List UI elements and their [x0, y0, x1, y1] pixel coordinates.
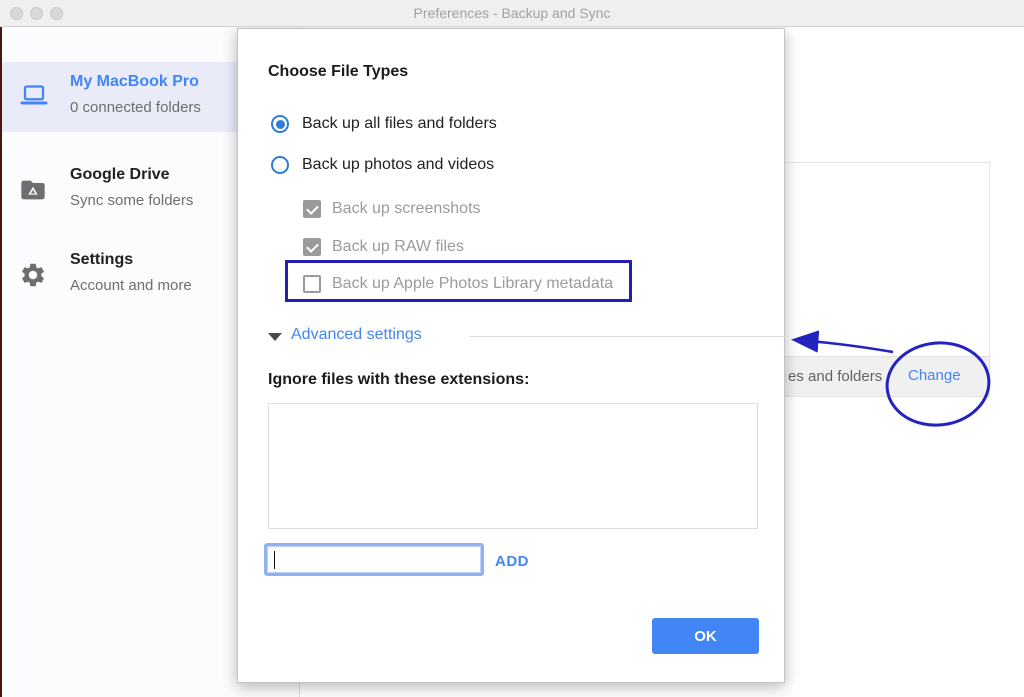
sidebar-item-subtitle: Sync some folders — [70, 192, 194, 209]
advanced-settings-toggle[interactable]: Advanced settings — [268, 326, 789, 348]
radio-label: Back up all files and folders — [302, 115, 497, 132]
radio-label: Back up photos and videos — [302, 156, 495, 173]
extensions-list-box[interactable] — [268, 403, 758, 529]
google-drive-icon — [19, 176, 49, 204]
checkbox-label: Back up Apple Photos Library metadata — [332, 275, 614, 292]
radio-back-up-all-files[interactable]: Back up all files and folders — [271, 113, 497, 135]
radio-selected-icon[interactable] — [271, 115, 289, 133]
checkbox-checked-icon[interactable] — [303, 238, 321, 256]
checkbox-back-up-screenshots[interactable]: Back up screenshots — [303, 199, 481, 219]
change-button[interactable]: Change — [908, 367, 961, 384]
sidebar-item-subtitle: 0 connected folders — [70, 99, 201, 116]
extension-input[interactable] — [264, 543, 484, 576]
radio-unselected-icon[interactable] — [271, 156, 289, 174]
choose-file-types-dialog: Choose File Types Back up all files and … — [237, 28, 789, 683]
chevron-down-icon — [268, 333, 282, 341]
checkbox-unchecked-icon[interactable] — [303, 275, 321, 293]
divider — [469, 336, 789, 337]
add-button[interactable]: ADD — [495, 553, 529, 570]
radio-back-up-photos-videos[interactable]: Back up photos and videos — [271, 154, 494, 176]
ok-button[interactable]: OK — [652, 618, 759, 654]
window-title: Preferences - Backup and Sync — [413, 5, 611, 21]
checkbox-back-up-apple-photos-metadata[interactable]: Back up Apple Photos Library metadata — [303, 274, 613, 294]
extension-input-field[interactable] — [267, 546, 481, 573]
advanced-settings-label: Advanced settings — [291, 326, 422, 343]
sidebar-item-title: Settings — [70, 251, 134, 268]
background-partial-text: es and folders — [788, 368, 883, 385]
dialog-title: Choose File Types — [268, 63, 409, 80]
sidebar-item-title: My MacBook Pro — [70, 73, 199, 90]
gear-icon — [19, 261, 49, 289]
sidebar-item-subtitle: Account and more — [70, 277, 192, 294]
checkbox-checked-icon[interactable] — [303, 200, 321, 218]
laptop-icon — [19, 83, 49, 111]
screen-edge-artifact — [0, 27, 2, 697]
text-caret — [274, 551, 275, 569]
checkbox-back-up-raw-files[interactable]: Back up RAW files — [303, 237, 464, 257]
sidebar-item-title: Google Drive — [70, 166, 170, 183]
checkbox-label: Back up RAW files — [332, 238, 464, 255]
titlebar: Preferences - Backup and Sync — [0, 0, 1024, 27]
checkbox-label: Back up screenshots — [332, 200, 481, 217]
ignore-extensions-label: Ignore files with these extensions: — [268, 371, 530, 388]
app-window: Preferences - Backup and Sync My MacBook… — [0, 0, 1024, 697]
